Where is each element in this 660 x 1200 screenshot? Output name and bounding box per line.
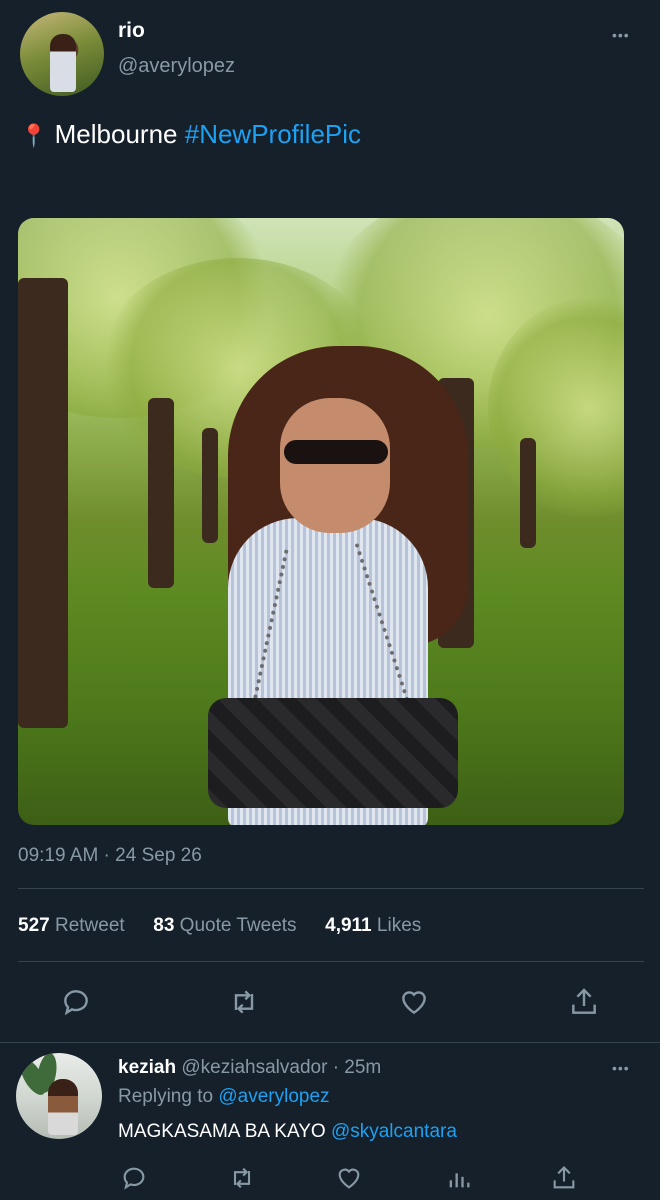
retweets-stat[interactable]: 527 Retweet: [18, 915, 125, 936]
author-handle[interactable]: @averylopez: [118, 55, 235, 78]
replying-to: Replying to @averylopez: [118, 1086, 330, 1108]
reply-like-icon[interactable]: [335, 1164, 363, 1192]
reply-author-avatar[interactable]: [16, 1053, 102, 1139]
share-icon[interactable]: [568, 986, 600, 1018]
likes-stat[interactable]: 4,911 Likes: [325, 915, 421, 936]
reply-reply-icon[interactable]: [120, 1164, 148, 1192]
reply-author-handle[interactable]: @keziahsalvador: [181, 1057, 327, 1078]
divider: [0, 1042, 660, 1043]
like-icon[interactable]: [398, 986, 430, 1018]
location-pin-icon: 📍: [20, 123, 48, 148]
reply-icon[interactable]: [60, 986, 92, 1018]
tweet-photo[interactable]: [18, 218, 624, 825]
divider: [18, 961, 644, 962]
reply-body: MAGKASAMA BA KAYO: [118, 1121, 326, 1142]
reply-analytics-icon[interactable]: [445, 1164, 473, 1192]
tweet-timestamp[interactable]: 09:19 AM · 24 Sep 26: [18, 845, 202, 867]
tweet-text: 📍 Melbourne #NewProfilePic: [20, 119, 361, 150]
reply-header: keziah @keziahsalvador · 25m: [118, 1057, 381, 1079]
author-avatar[interactable]: [20, 12, 104, 96]
retweet-icon[interactable]: [227, 986, 261, 1018]
divider: [18, 888, 644, 889]
stats-row: 527 Retweet 83 Quote Tweets 4,911 Likes: [18, 915, 421, 937]
reply-time: · 25m: [332, 1057, 382, 1078]
tweet-location: Melbourne: [54, 119, 178, 149]
hashtag-link[interactable]: #NewProfilePic: [185, 119, 361, 149]
replying-to-label: Replying to: [118, 1086, 214, 1107]
more-options-icon[interactable]: •••: [612, 27, 630, 43]
reply-author-name[interactable]: keziah: [118, 1057, 176, 1078]
quote-tweets-stat[interactable]: 83 Quote Tweets: [153, 915, 296, 936]
reply-mention-link[interactable]: @skyalcantara: [331, 1121, 457, 1142]
reply-text: MAGKASAMA BA KAYO @skyalcantara: [118, 1121, 457, 1143]
replying-to-link[interactable]: @averylopez: [218, 1086, 329, 1107]
author-name[interactable]: rio: [118, 19, 145, 43]
reply-retweet-icon[interactable]: [227, 1164, 257, 1192]
reply-share-icon[interactable]: [550, 1164, 578, 1192]
reply-more-options-icon[interactable]: •••: [612, 1060, 630, 1076]
